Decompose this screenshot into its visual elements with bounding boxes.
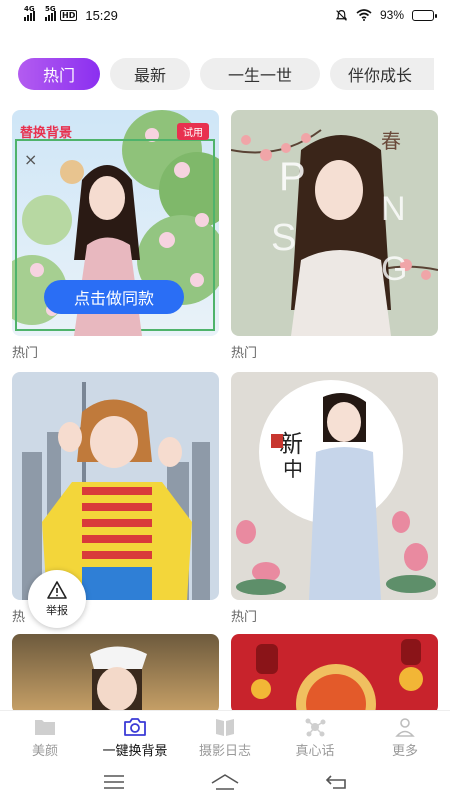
clock: 15:29 — [85, 7, 118, 23]
svg-text:春: 春 — [381, 129, 401, 153]
menu-icon[interactable] — [103, 774, 125, 790]
back-icon[interactable] — [325, 774, 347, 790]
nav-label: 更多 — [391, 744, 418, 759]
template-card[interactable]: 替换背景 试用 × 点击做同款 热门 — [12, 110, 219, 361]
template-image[interactable]: P S N G 春 — [231, 110, 438, 336]
report-label: 举报 — [46, 604, 68, 617]
svg-text:S: S — [271, 217, 296, 259]
network-type-2: 5G — [45, 5, 56, 13]
template-image[interactable] — [12, 634, 219, 710]
status-right: 93% — [335, 8, 437, 22]
nav-more[interactable]: 更多 — [360, 711, 450, 764]
molecule-icon — [305, 718, 326, 737]
network-type-1: 4G — [24, 5, 35, 13]
battery-icon — [412, 9, 437, 21]
camera-icon — [124, 718, 146, 736]
hd-icon: HD — [60, 9, 78, 21]
status-bar: 4G 5G HD 15:29 93% — [0, 0, 450, 30]
nav-truth[interactable]: 真心话 — [270, 711, 360, 764]
template-card[interactable] — [12, 634, 219, 710]
folder-icon — [35, 720, 55, 735]
person-icon — [395, 718, 415, 737]
signal-4g-icon: 4G — [24, 5, 35, 21]
template-grid: 替换背景 试用 × 点击做同款 热门 P S N G 春 热门 热 新 中 热门… — [12, 110, 438, 710]
tab-hot[interactable]: 热门 — [18, 58, 100, 90]
nav-photo-journal[interactable]: 摄影日志 — [180, 711, 270, 764]
nav-beauty[interactable]: 美颜 — [0, 711, 90, 764]
nav-one-click-background[interactable]: 一键换背景 — [90, 711, 180, 764]
make-same-button[interactable]: 点击做同款 — [44, 280, 184, 314]
nav-label: 美颜 — [31, 744, 58, 759]
category-tabs: 热门 最新 一生一世 伴你成长 — [18, 58, 450, 92]
card-caption: 热门 — [231, 346, 258, 361]
report-button[interactable]: 举报 — [28, 570, 86, 628]
card-caption: 热门 — [231, 610, 258, 625]
template-card[interactable] — [231, 634, 438, 710]
card-caption: 热门 — [12, 346, 39, 361]
template-image[interactable] — [231, 634, 438, 710]
bottom-nav: 美颜 一键换背景 摄影日志 真心话 更多 — [0, 710, 450, 764]
template-thumbnail — [231, 634, 438, 710]
template-card[interactable]: 新 中 热门 — [231, 372, 438, 625]
tab-growing-up[interactable]: 伴你成长 — [330, 58, 434, 90]
signal-5g-icon: 5G — [45, 5, 56, 21]
tab-lifetime[interactable]: 一生一世 — [200, 58, 320, 90]
mute-bell-icon — [335, 9, 348, 21]
status-left: 4G 5G HD 15:29 — [24, 5, 118, 23]
template-image[interactable]: 替换背景 试用 × 点击做同款 — [12, 110, 219, 336]
battery-percent: 93% — [379, 8, 404, 22]
template-card[interactable]: P S N G 春 热门 — [231, 110, 438, 361]
nav-label: 真心话 — [295, 744, 335, 759]
svg-text:P: P — [279, 155, 306, 199]
tab-latest[interactable]: 最新 — [110, 58, 190, 90]
template-image[interactable]: 新 中 — [231, 372, 438, 600]
close-icon[interactable]: × — [24, 150, 37, 169]
svg-text:N: N — [381, 190, 406, 228]
wifi-icon — [356, 9, 372, 21]
warning-triangle-icon — [47, 581, 67, 599]
svg-text:G: G — [381, 250, 407, 288]
template-thumbnail: 新 中 — [231, 372, 438, 600]
replace-bg-label: 替换背景 — [20, 126, 73, 141]
nav-label: 一键换背景 — [102, 744, 168, 759]
trial-badge: 试用 — [177, 123, 209, 140]
system-nav-bar — [0, 764, 450, 800]
nav-label: 摄影日志 — [198, 744, 251, 759]
template-image[interactable] — [12, 372, 219, 600]
template-thumbnail — [12, 634, 219, 710]
template-thumbnail — [12, 372, 219, 600]
book-icon — [216, 719, 234, 736]
svg-text:中: 中 — [283, 457, 303, 481]
template-thumbnail: P S N G 春 — [231, 110, 438, 336]
home-icon[interactable] — [210, 773, 240, 791]
